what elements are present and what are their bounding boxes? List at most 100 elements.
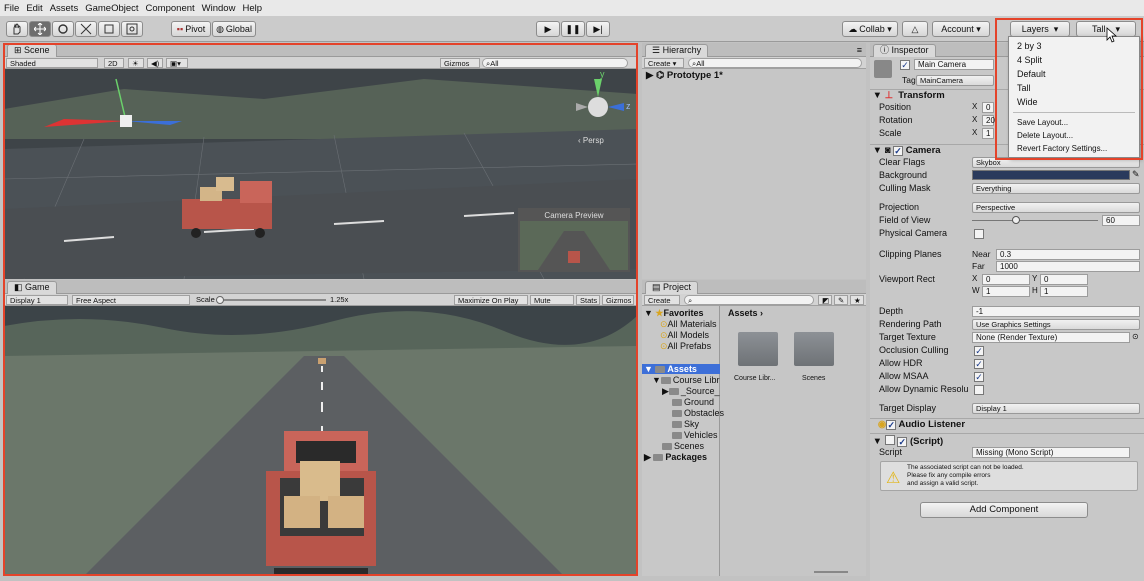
project-create-label: Create bbox=[648, 296, 671, 305]
project-create-dropdown[interactable]: Create ▾ bbox=[644, 295, 680, 314]
project-tab-header: ▤ Project bbox=[642, 280, 866, 294]
favorite-item[interactable]: ⊙All Prefabs bbox=[660, 341, 711, 351]
tag-dropdown[interactable]: MainCamera bbox=[916, 75, 994, 86]
project-search-input[interactable]: ⌕ bbox=[684, 295, 814, 305]
tree-folder[interactable]: ▼ Course Libr bbox=[652, 375, 719, 385]
audio-listener-icon: ◉ bbox=[877, 419, 887, 430]
rotation-x-field[interactable]: 20 bbox=[982, 115, 995, 126]
icon-size-slider[interactable] bbox=[814, 571, 848, 573]
project-tree: ▼ ★Favorites ⊙All Materials ⊙All Models … bbox=[642, 306, 724, 576]
tree-folder-label: Vehicles bbox=[684, 430, 718, 440]
fov-slider-handle[interactable] bbox=[1012, 216, 1020, 224]
tree-folder-label: Obstacles bbox=[684, 408, 725, 418]
tab-hierarchy[interactable]: ☰ Hierarchy bbox=[645, 44, 709, 57]
culling-mask-dropdown[interactable]: Everything bbox=[972, 183, 1140, 194]
physical-camera-checkbox[interactable] bbox=[974, 229, 984, 239]
menu-component[interactable]: Component bbox=[146, 3, 195, 14]
menu-edit[interactable]: Edit bbox=[26, 3, 42, 14]
scale-x-field[interactable]: 1 bbox=[982, 128, 994, 139]
menu-help[interactable]: Help bbox=[242, 3, 262, 14]
far-field[interactable]: 1000 bbox=[996, 261, 1140, 272]
cloud-button[interactable]: △ bbox=[902, 21, 928, 37]
viewport-w-field[interactable]: 1 bbox=[982, 286, 1030, 297]
audio-listener-header[interactable]: ◉✓ Audio Listener bbox=[870, 418, 1144, 431]
packages-folder[interactable]: ▶ Packages bbox=[644, 452, 707, 462]
play-icon: ▶ bbox=[544, 23, 552, 34]
h-label: H bbox=[1032, 286, 1038, 295]
assets-breadcrumb[interactable]: Assets › bbox=[728, 308, 763, 318]
hierarchy-create-dropdown[interactable]: Create ▾ bbox=[644, 58, 684, 68]
cloud-icon: ☁ bbox=[848, 23, 858, 34]
favorite-item[interactable]: ⊙All Models bbox=[660, 330, 709, 340]
object-active-checkbox[interactable]: ✓ bbox=[900, 60, 910, 70]
step-button[interactable]: ▶| bbox=[586, 21, 610, 37]
menu-file[interactable]: File bbox=[4, 3, 19, 14]
projection-dropdown[interactable]: Perspective bbox=[972, 202, 1140, 213]
hand-tool-icon[interactable] bbox=[6, 21, 28, 37]
tab-inspector[interactable]: ⓘ Inspector bbox=[873, 44, 936, 57]
move-tool-icon[interactable] bbox=[29, 21, 51, 37]
account-dropdown[interactable]: Account ▾ bbox=[932, 21, 990, 37]
collab-dropdown[interactable]: ☁ Collab ▾ bbox=[842, 21, 898, 37]
near-field[interactable]: 0.3 bbox=[996, 249, 1140, 260]
pause-button[interactable]: ❚❚ bbox=[561, 21, 585, 37]
favorite-item[interactable]: ⊙All Materials bbox=[660, 319, 717, 329]
background-color-swatch[interactable] bbox=[972, 170, 1130, 180]
add-component-button[interactable]: Add Component bbox=[920, 502, 1088, 518]
allow-msaa-checkbox[interactable]: ✓ bbox=[974, 372, 984, 382]
pivot-toggle[interactable]: ▪▪ Pivot bbox=[171, 21, 211, 37]
tree-folder[interactable]: Vehicles bbox=[672, 430, 718, 440]
assets-folder-selected[interactable]: ▼ Assets bbox=[642, 364, 720, 374]
hierarchy-search-input[interactable]: ⌕All bbox=[688, 58, 862, 68]
object-name-field[interactable]: Main Camera bbox=[914, 59, 994, 70]
object-picker-icon[interactable]: ⊙ bbox=[1132, 332, 1139, 341]
depth-field[interactable]: -1 bbox=[972, 306, 1140, 317]
hierarchy-tab-header: ☰ Hierarchy ≡ bbox=[642, 43, 866, 57]
script-field[interactable]: Missing (Mono Script) bbox=[972, 447, 1130, 458]
menu-gameobject[interactable]: GameObject bbox=[85, 3, 138, 14]
tree-folder[interactable]: ▶ _Source_ bbox=[662, 386, 719, 396]
tab-project[interactable]: ▤ Project bbox=[645, 281, 699, 294]
physical-camera-label: Physical Camera bbox=[879, 228, 948, 238]
audio-listener-checkbox[interactable]: ✓ bbox=[886, 420, 897, 430]
favorite-star-icon[interactable]: ★ bbox=[850, 295, 864, 305]
allow-dynamic-resolution-checkbox[interactable] bbox=[974, 385, 984, 395]
transform-tool-icon[interactable] bbox=[121, 21, 143, 37]
eyedropper-icon[interactable]: ✎ bbox=[1132, 169, 1140, 180]
menu-window[interactable]: Window bbox=[202, 3, 236, 14]
filter-label-icon[interactable]: ✎ bbox=[834, 295, 848, 305]
viewport-x-field[interactable]: 0 bbox=[982, 274, 1030, 285]
folder-icon[interactable] bbox=[794, 332, 834, 366]
camera-enabled-checkbox[interactable]: ✓ bbox=[893, 146, 904, 156]
warning-line: Please fix any compile errors bbox=[907, 472, 991, 479]
occlusion-culling-checkbox[interactable]: ✓ bbox=[974, 346, 984, 356]
tree-folder[interactable]: Scenes bbox=[662, 441, 704, 451]
hierarchy-scene-item[interactable]: ▶ ⌬ Prototype 1* bbox=[646, 71, 723, 81]
rect-tool-icon[interactable] bbox=[98, 21, 120, 37]
panel-menu-icon[interactable]: ≡ bbox=[857, 45, 862, 55]
fov-slider[interactable] bbox=[972, 216, 1098, 224]
folder-icon[interactable] bbox=[738, 332, 778, 366]
highlight-scene-game bbox=[3, 43, 638, 576]
script-header[interactable]: ▼ ✓ (Script) bbox=[870, 433, 1144, 447]
fov-field[interactable]: 60 bbox=[1102, 215, 1140, 226]
filter-type-icon[interactable]: ◩ bbox=[818, 295, 832, 305]
target-texture-field[interactable]: None (Render Texture) bbox=[972, 332, 1130, 343]
tree-folder[interactable]: Ground bbox=[672, 397, 714, 407]
rotate-tool-icon[interactable] bbox=[52, 21, 74, 37]
rendering-path-dropdown[interactable]: Use Graphics Settings bbox=[972, 319, 1140, 330]
menu-assets[interactable]: Assets bbox=[50, 3, 79, 14]
position-x-field[interactable]: 0 bbox=[982, 102, 994, 113]
global-toggle[interactable]: ◍ Global bbox=[212, 21, 256, 37]
tree-folder[interactable]: Sky bbox=[672, 419, 699, 429]
viewport-y-field[interactable]: 0 bbox=[1040, 274, 1088, 285]
script-warning-box: ⚠ The associated script can not be loade… bbox=[880, 461, 1138, 491]
target-display-dropdown[interactable]: Display 1 bbox=[972, 403, 1140, 414]
favorites-header[interactable]: ▼ ★Favorites bbox=[644, 308, 704, 318]
allow-hdr-checkbox[interactable]: ✓ bbox=[974, 359, 984, 369]
scale-tool-icon[interactable] bbox=[75, 21, 97, 37]
play-button[interactable]: ▶ bbox=[536, 21, 560, 37]
viewport-h-field[interactable]: 1 bbox=[1040, 286, 1088, 297]
packages-label: Packages bbox=[665, 452, 707, 462]
tree-folder[interactable]: Obstacles bbox=[672, 408, 724, 418]
